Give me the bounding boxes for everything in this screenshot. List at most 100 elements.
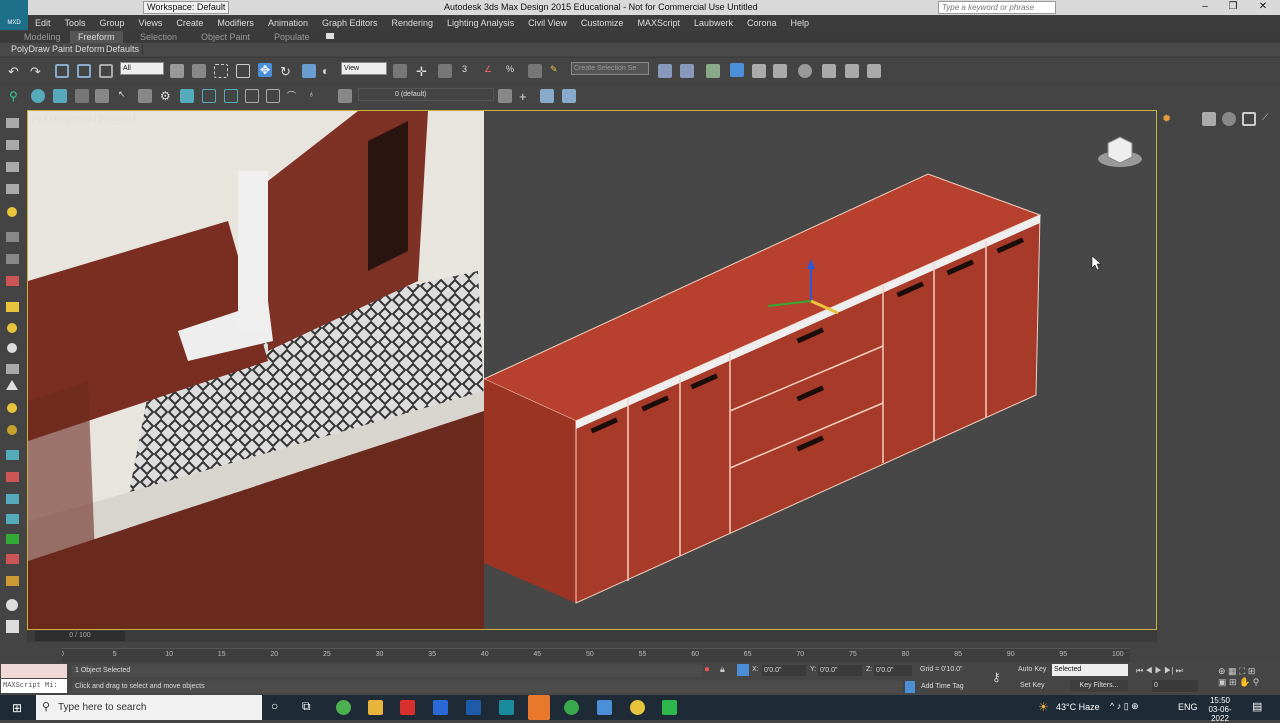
render-setup-icon[interactable]: [822, 64, 836, 78]
key-mode-dropdown[interactable]: Selected: [1052, 664, 1128, 676]
hierarchy-tab-icon[interactable]: [1222, 112, 1236, 126]
named-selection-set-dropdown[interactable]: Create Selection Se: [571, 62, 649, 75]
weather-text[interactable]: 43°C Haze: [1056, 702, 1100, 712]
rotate-icon[interactable]: ↻: [280, 64, 294, 79]
menu-tools[interactable]: Tools: [58, 15, 93, 31]
select-manipulate-icon[interactable]: ✛: [416, 64, 430, 79]
key-icon[interactable]: ⚷: [992, 670, 1001, 684]
viewport-navigation-controls[interactable]: ⊕ ▦ ⛶ ⊞ ▣ ⊞ ✋ ⚲: [1218, 666, 1276, 692]
box-icon[interactable]: [266, 89, 280, 103]
spinner-snap-icon[interactable]: [528, 64, 542, 78]
track-bar-controls[interactable]: [0, 643, 62, 662]
tab-populate[interactable]: Populate: [266, 31, 318, 43]
material-editor-icon[interactable]: [798, 64, 812, 78]
notifications-icon[interactable]: ▤: [1252, 700, 1262, 713]
app-icon-blue[interactable]: [433, 700, 448, 715]
menu-modifiers[interactable]: Modifiers: [210, 15, 261, 31]
align-icon[interactable]: [680, 64, 694, 78]
keyboard-shortcut-icon[interactable]: [438, 64, 452, 78]
percent-snap-icon[interactable]: %: [506, 64, 520, 78]
tab-object-paint[interactable]: Object Paint: [193, 31, 258, 43]
cortana-icon[interactable]: ○: [271, 699, 278, 713]
light-icon[interactable]: ♁: [308, 89, 322, 103]
kitchen-cabinet-model[interactable]: [482, 173, 1042, 604]
command-icons[interactable]: [6, 118, 19, 633]
display-tab-icon[interactable]: [1242, 112, 1256, 126]
3dsmax-icon[interactable]: [499, 700, 514, 715]
zoom-app-icon[interactable]: [528, 695, 550, 720]
language-indicator[interactable]: ENG: [1178, 702, 1198, 712]
menu-laubwerk[interactable]: Laubwerk: [687, 15, 740, 31]
current-frame-field[interactable]: 0: [1152, 680, 1198, 692]
menu-animation[interactable]: Animation: [261, 15, 315, 31]
menu-maxscript[interactable]: MAXScript: [630, 15, 687, 31]
edit-named-selection-icon[interactable]: ✎: [550, 64, 564, 78]
viewport-label[interactable]: [+] [Orthographic ] [Realistic ]: [32, 114, 135, 123]
taskbar-search-input[interactable]: Type here to search: [36, 695, 262, 720]
whatsapp-icon[interactable]: [564, 700, 579, 715]
modifiers-icon[interactable]: [53, 89, 67, 103]
tab-modeling[interactable]: Modeling: [16, 31, 69, 43]
set-current-layer-icon[interactable]: [562, 89, 576, 103]
add-to-layer-icon[interactable]: +: [519, 89, 533, 104]
menu-lighting-analysis[interactable]: Lighting Analysis: [440, 15, 521, 31]
hide-icon[interactable]: ⌒: [287, 89, 301, 103]
snap-3-icon[interactable]: 3: [462, 64, 476, 78]
z-coordinate-field[interactable]: 0'0.0": [874, 665, 912, 676]
lock-icon[interactable]: 🔒︎: [720, 664, 725, 675]
viewcube[interactable]: [1098, 136, 1142, 167]
spacing-icon[interactable]: [224, 89, 238, 103]
time-slider[interactable]: 0 / 100: [27, 630, 1157, 642]
modify-tab-icon[interactable]: [1202, 112, 1216, 126]
layer-explorer-icon[interactable]: [706, 64, 720, 78]
paint-deform-panel[interactable]: Paint Deform: [49, 44, 109, 55]
scene-explorer-icon[interactable]: [730, 63, 744, 77]
auto-key-button[interactable]: Auto Key: [1018, 666, 1046, 673]
bind-space-warp-icon[interactable]: [99, 64, 113, 78]
menu-help[interactable]: Help: [784, 15, 817, 31]
track-bar[interactable]: 0510152025303540455055606570758085909510…: [60, 648, 1130, 662]
tab-freeform[interactable]: Freeform: [70, 31, 123, 43]
pivot-center-icon[interactable]: [393, 64, 407, 78]
unlink-icon[interactable]: [77, 64, 91, 78]
time-slider-thumb[interactable]: 0 / 100: [35, 631, 125, 641]
menu-create[interactable]: Create: [169, 15, 210, 31]
menu-civil-view[interactable]: Civil View: [521, 15, 574, 31]
display-icon[interactable]: ↖: [118, 89, 132, 103]
polydraw-panel[interactable]: PolyDraw: [8, 44, 54, 55]
absolute-mode-icon[interactable]: [737, 664, 749, 676]
clone-icon[interactable]: [245, 89, 259, 103]
add-time-tag[interactable]: Add Time Tag: [921, 683, 964, 690]
mirror-icon[interactable]: [658, 64, 672, 78]
maxscript-input[interactable]: MAXScript Mi:: [1, 679, 67, 693]
menu-rendering[interactable]: Rendering: [385, 15, 441, 31]
workspace-dropdown[interactable]: Workspace: Default: [143, 1, 229, 14]
x-coordinate-field[interactable]: 0'0.0": [762, 665, 806, 676]
app-icon-green[interactable]: [662, 700, 677, 715]
hierarchy-icon[interactable]: [75, 89, 89, 103]
clock[interactable]: 15:50 03-06-2022: [1200, 696, 1240, 723]
menu-views[interactable]: Views: [132, 15, 170, 31]
system-tray-icons[interactable]: ^ ♪ ▯ ⊕: [1110, 701, 1139, 712]
ribbon-toggle-icon[interactable]: [326, 33, 334, 39]
menu-corona[interactable]: Corona: [740, 15, 784, 31]
select-and-move-icon[interactable]: ✥: [258, 63, 272, 77]
reference-coordinate-dropdown[interactable]: View: [341, 62, 387, 75]
app-logo-button[interactable]: MXD: [0, 0, 28, 30]
select-in-layer-icon[interactable]: [540, 89, 554, 103]
perspective-viewport[interactable]: [+] [Orthographic ] [Realistic ]: [27, 110, 1157, 630]
tab-selection[interactable]: Selection: [132, 31, 185, 43]
menu-customize[interactable]: Customize: [574, 15, 631, 31]
rendered-frame-icon[interactable]: [845, 64, 859, 78]
utilities-icon[interactable]: [138, 89, 152, 103]
sun-icon[interactable]: ✹: [1162, 112, 1176, 126]
revit-icon[interactable]: [466, 700, 481, 715]
chrome-icon[interactable]: [630, 700, 645, 715]
menu-edit[interactable]: Edit: [28, 15, 58, 31]
motion-icon[interactable]: [95, 89, 109, 103]
windows-start-icon[interactable]: ⊞: [12, 701, 22, 715]
create-geometry-icon[interactable]: ⚲: [9, 89, 23, 103]
array-icon[interactable]: [202, 89, 216, 103]
acrobat-icon[interactable]: [400, 700, 415, 715]
graphite-toolbar-icon[interactable]: [752, 64, 766, 78]
